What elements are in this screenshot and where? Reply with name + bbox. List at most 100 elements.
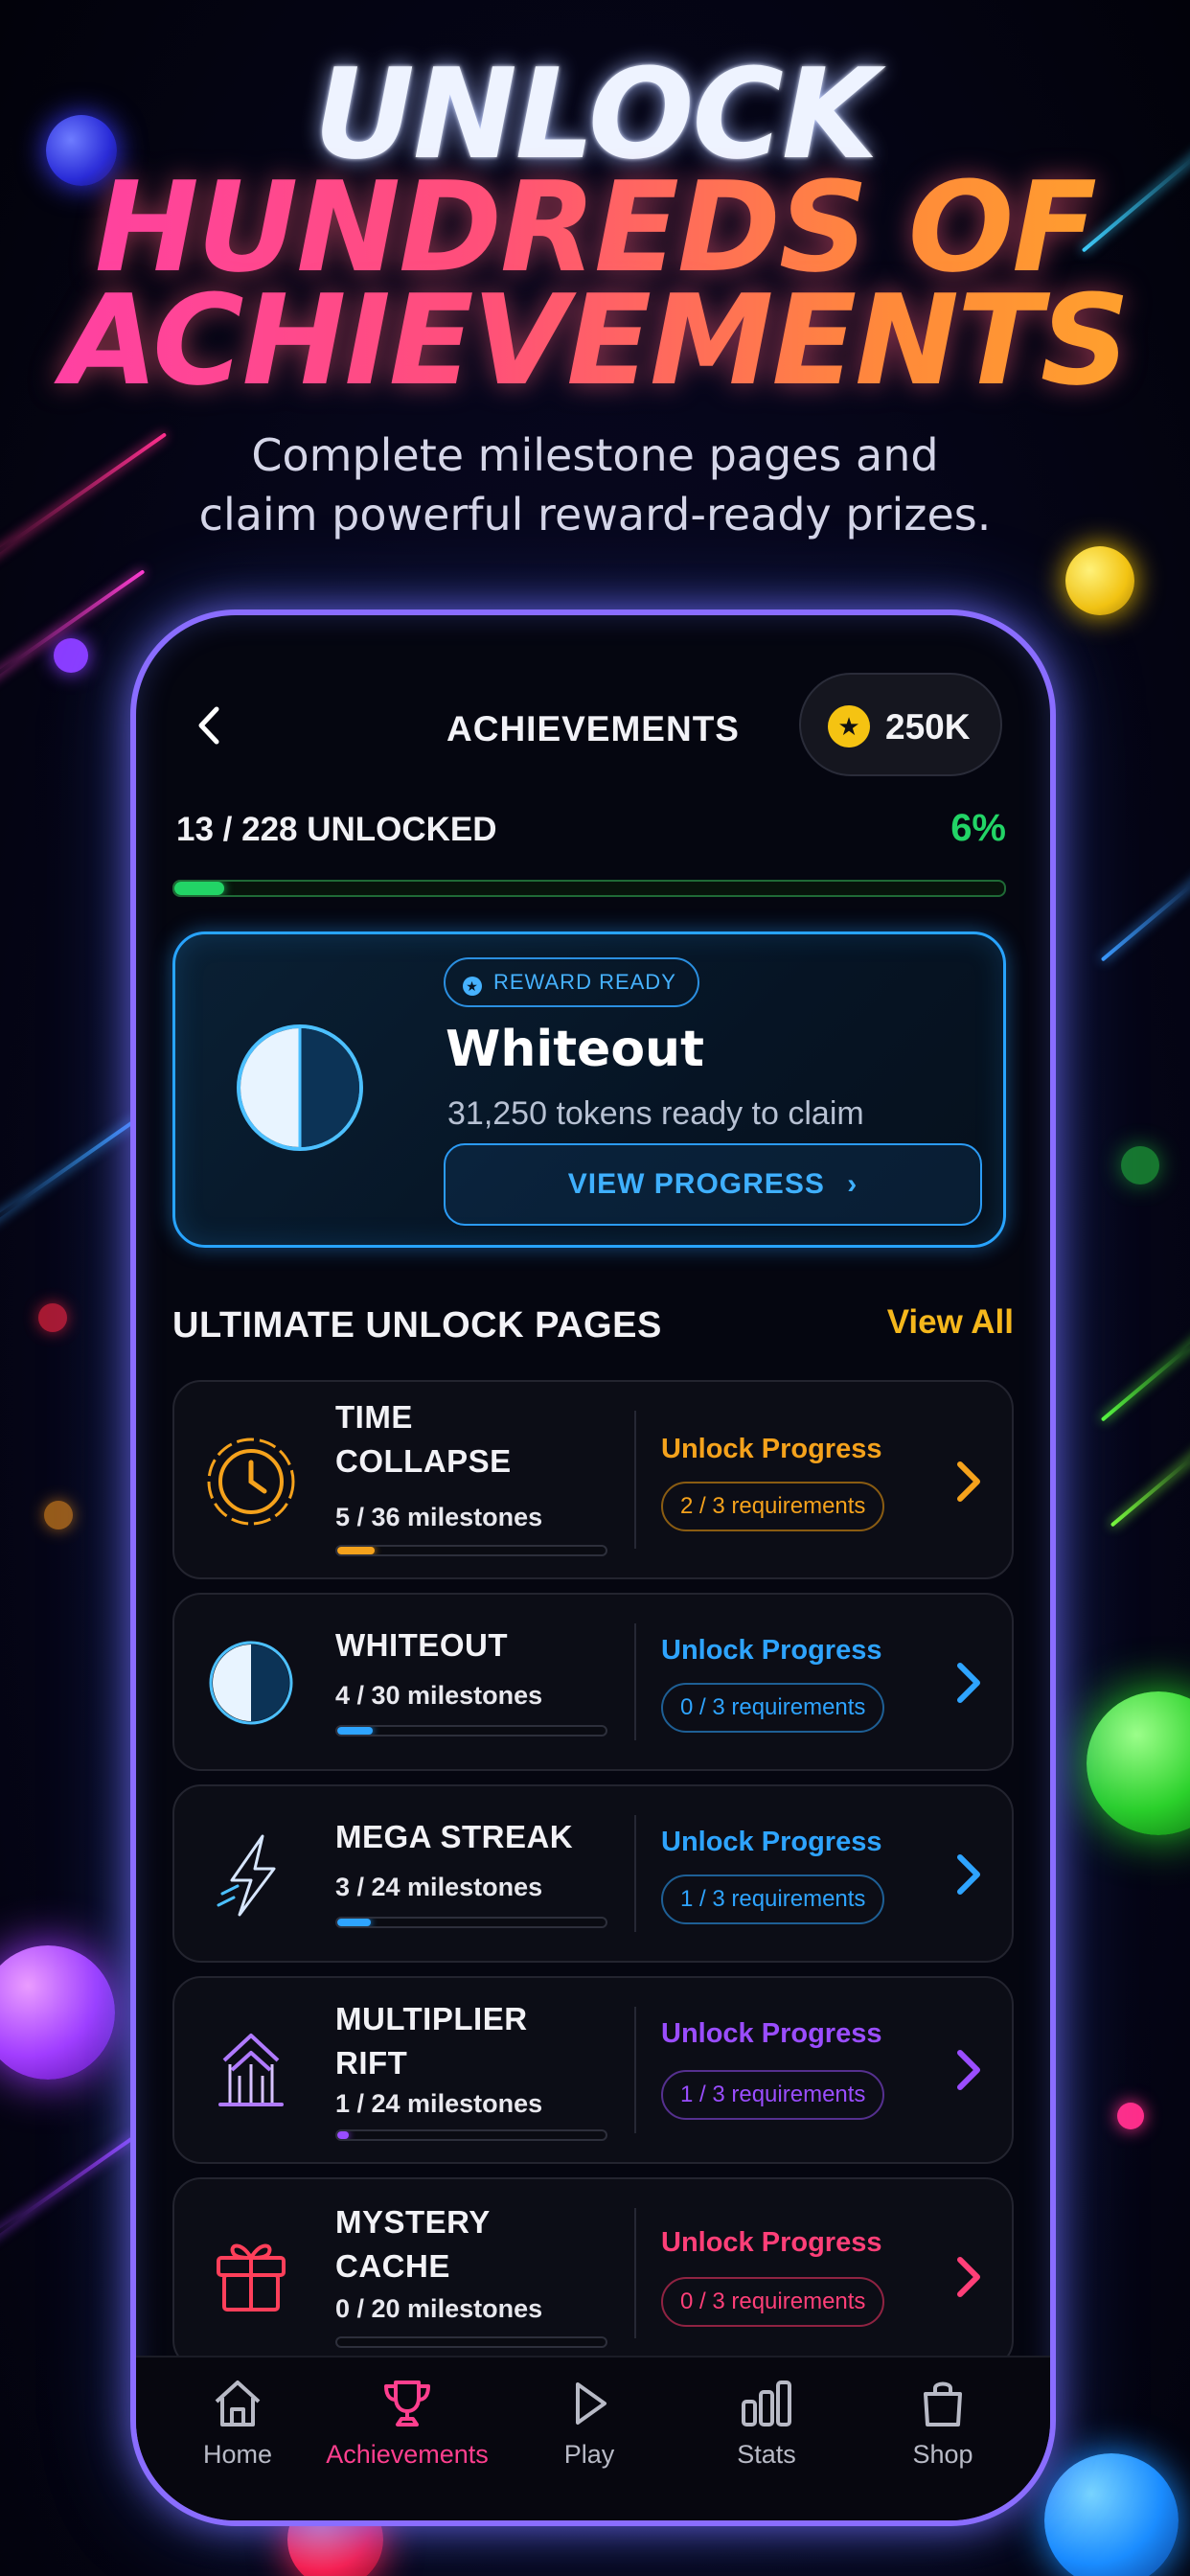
- view-progress-button[interactable]: VIEW PROGRESS ›: [444, 1143, 982, 1226]
- chevron-right-icon: [957, 2257, 980, 2297]
- page-milestones: 3 / 24 milestones: [335, 1873, 543, 1901]
- view-progress-label: VIEW PROGRESS: [567, 1168, 825, 1200]
- milestone-progress-bar: [335, 2129, 607, 2141]
- view-all-link[interactable]: View All: [887, 1303, 1014, 1342]
- orange-dot: [44, 1501, 73, 1530]
- headline-line-3: ACHIEVEMENTS: [0, 278, 1190, 402]
- chevron-right-icon: ›: [847, 1168, 858, 1200]
- star-coin-icon: ★: [828, 705, 870, 748]
- green-streak-right: [1100, 1326, 1190, 1422]
- tab-label: Stats: [737, 2440, 796, 2469]
- page-card-multiplier-rift[interactable]: MULTIPLIER RIFT 1 / 24 milestones Unlock …: [172, 1976, 1014, 2164]
- page-card-whiteout[interactable]: WHITEOUT 4 / 30 milestones Unlock Progre…: [172, 1593, 1014, 1771]
- unlock-progress-label: Unlock Progress: [661, 2018, 882, 2049]
- coin-value: 250K: [885, 707, 971, 747]
- subtitle-line-2: claim powerful reward-ready prizes.: [198, 489, 992, 540]
- bar-chart-icon: [742, 2380, 791, 2426]
- shopping-bag-icon: [924, 2381, 962, 2426]
- green-streak-right-2: [1110, 1438, 1190, 1528]
- reward-subtitle: 31,250 tokens ready to claim: [447, 1095, 864, 1132]
- chevron-right-icon: [957, 1461, 980, 1502]
- reward-badge-label: REWARD READY: [493, 970, 676, 994]
- chevron-right-icon: [957, 1854, 980, 1895]
- requirements-pill: 0 / 3 requirements: [661, 2277, 885, 2327]
- page-name-line-1: WHITEOUT: [335, 1627, 508, 1663]
- blue-streak-right: [1100, 860, 1190, 962]
- page-milestones: 0 / 20 milestones: [335, 2294, 543, 2323]
- pink-orb: [1117, 2103, 1144, 2129]
- green-orb-large: [1087, 1691, 1190, 1835]
- tab-label: Home: [202, 2440, 273, 2469]
- rift-chevrons-icon: [218, 2034, 284, 2106]
- milestone-progress-bar: [335, 1725, 607, 1736]
- red-dot: [38, 1303, 67, 1332]
- reward-title: Whiteout: [446, 1021, 704, 1078]
- milestone-progress-fill: [337, 1919, 371, 1926]
- page-name-line-1: MEGA STREAK: [335, 1819, 574, 1854]
- lightning-icon: [217, 1834, 276, 1917]
- coin-balance[interactable]: ★ 250K: [799, 673, 1002, 776]
- chevron-right-icon: [957, 2050, 980, 2090]
- phone-frame: ACHIEVEMENTS ★ 250K 13 / 228 UNLOCKED 6%…: [130, 610, 1056, 2526]
- magenta-streak: [0, 569, 146, 694]
- headline: UNLOCK HUNDREDS OF ACHIEVEMENTS Complete…: [0, 52, 1190, 544]
- gift-icon: [217, 2243, 286, 2312]
- page-name: WHITEOUT: [335, 1623, 508, 1668]
- overall-progress-bar: [172, 880, 1006, 897]
- tab-label: Shop: [912, 2440, 973, 2469]
- page-name-line-2: CACHE: [335, 2248, 450, 2284]
- tab-bar: Home Achievements Play Stats Shop: [136, 2356, 1050, 2520]
- tab-label: Play: [563, 2440, 615, 2469]
- half-moon-icon: [237, 1024, 363, 1151]
- green-orb-small: [1121, 1146, 1159, 1184]
- star-badge-icon: ★: [463, 977, 482, 996]
- unlocked-percent: 6%: [950, 807, 1006, 849]
- page-card-time-collapse[interactable]: TIME COLLAPSE 5 / 36 milestones Unlock Pr…: [172, 1380, 1014, 1579]
- purple-orb-small: [54, 638, 88, 673]
- page-card-mystery-cache[interactable]: MYSTERY CACHE 0 / 20 milestones Unlock Pr…: [172, 2177, 1014, 2369]
- divider: [634, 2208, 636, 2338]
- clock-icon: [207, 1438, 295, 1526]
- page-milestones: 5 / 36 milestones: [335, 1503, 543, 1531]
- chevron-right-icon: [957, 1663, 980, 1703]
- requirements-pill: 1 / 3 requirements: [661, 1874, 885, 1924]
- milestone-progress-bar: [335, 2336, 607, 2348]
- page-name: TIME COLLAPSE: [335, 1395, 512, 1484]
- page-name-line-2: RIFT: [335, 2045, 408, 2081]
- divider: [634, 1815, 636, 1932]
- overall-progress-fill: [174, 882, 224, 895]
- purple-streak-left: [0, 2132, 139, 2246]
- page-name: MEGA STREAK: [335, 1815, 573, 1859]
- tab-stats[interactable]: Stats: [680, 2377, 853, 2470]
- unlock-progress-label: Unlock Progress: [661, 1827, 882, 1857]
- yellow-orb: [1065, 546, 1134, 615]
- blue-streak-left: [0, 1116, 139, 1230]
- page-milestones: 1 / 24 milestones: [335, 2089, 543, 2118]
- unlock-progress-label: Unlock Progress: [661, 1434, 882, 1464]
- page-card-mega-streak[interactable]: MEGA STREAK 3 / 24 milestones Unlock Pro…: [172, 1784, 1014, 1963]
- tab-shop[interactable]: Shop: [857, 2377, 1029, 2470]
- subtitle-line-1: Complete milestone pages and: [251, 429, 939, 481]
- tab-label: Achievements: [326, 2440, 489, 2469]
- trophy-icon: [384, 2380, 430, 2426]
- page-name-line-2: COLLAPSE: [335, 1443, 512, 1479]
- tab-achievements[interactable]: Achievements: [321, 2377, 493, 2470]
- page-name-line-1: MULTIPLIER: [335, 2001, 528, 2036]
- tab-home[interactable]: Home: [151, 2377, 324, 2470]
- cyan-orb: [1044, 2453, 1179, 2576]
- milestone-progress-fill: [337, 2131, 349, 2139]
- reward-card[interactable]: ★ REWARD READY Whiteout 31,250 tokens rea…: [172, 932, 1006, 1248]
- section-title: ULTIMATE UNLOCK PAGES: [172, 1305, 662, 1346]
- tab-play[interactable]: Play: [503, 2377, 675, 2470]
- requirements-pill: 1 / 3 requirements: [661, 2070, 885, 2120]
- divider: [634, 1623, 636, 1740]
- requirements-pill: 0 / 3 requirements: [661, 1683, 885, 1733]
- milestone-progress-fill: [337, 1727, 374, 1735]
- divider: [634, 1411, 636, 1549]
- purple-orb-large: [0, 1945, 115, 2080]
- page-name: MYSTERY CACHE: [335, 2200, 491, 2288]
- unlocked-count: 13 / 228 UNLOCKED: [176, 811, 497, 848]
- unlock-progress-label: Unlock Progress: [661, 2227, 882, 2258]
- milestone-progress-bar: [335, 1545, 607, 1556]
- half-moon-icon: [209, 1641, 293, 1725]
